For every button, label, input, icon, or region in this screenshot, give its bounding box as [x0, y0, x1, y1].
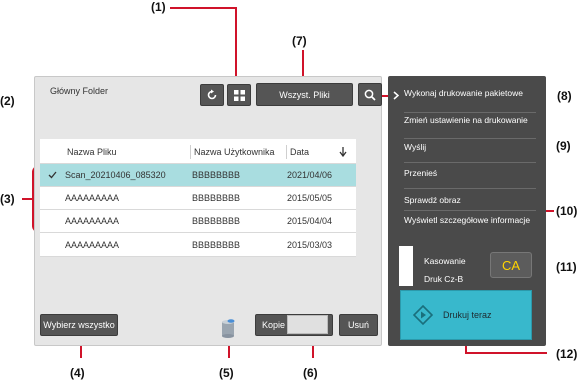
- callout-1: (1): [151, 0, 166, 14]
- all-files-button[interactable]: Wszyst. Pliki: [256, 83, 353, 106]
- refresh-button[interactable]: [200, 84, 224, 106]
- folder-label: Główny Folder: [50, 86, 109, 96]
- copies-input[interactable]: [287, 315, 328, 334]
- cell-date: 2015/03/03: [287, 239, 333, 250]
- column-header-file-name[interactable]: Nazwa Pliku: [67, 141, 117, 163]
- clear-status-label: Kasowanie: [424, 256, 466, 266]
- menu-show-details[interactable]: Wyświetl szczegółowe informacje: [404, 215, 534, 225]
- table-row[interactable]: Scan_20210406_085320 BBBBBBBB 2021/04/06: [40, 164, 356, 187]
- callout-3: (3): [0, 192, 15, 206]
- menu-change-settings-print[interactable]: Zmień ustawienie na drukowanie: [404, 115, 534, 125]
- ca-button[interactable]: CA: [490, 252, 532, 278]
- cell-file-name: AAAAAAAAA: [65, 239, 120, 250]
- menu-send[interactable]: Wyślij: [404, 142, 534, 152]
- cell-user-name: BBBBBBBB: [192, 193, 241, 203]
- callout-9: (9): [556, 139, 571, 153]
- callout-5: (5): [219, 366, 234, 380]
- menu-move[interactable]: Przenieś: [404, 168, 534, 178]
- cell-date: 2015/05/05: [287, 193, 333, 203]
- menu-check-image[interactable]: Sprawdź obraz: [404, 195, 534, 205]
- cell-file-name: AAAAAAAAA: [65, 193, 120, 203]
- cell-date: 2015/04/04: [287, 216, 333, 226]
- column-header-date[interactable]: Data: [290, 141, 309, 163]
- cell-file-name: AAAAAAAAA: [65, 216, 120, 226]
- callout-2: (2): [0, 94, 15, 108]
- callout-8: (8): [557, 89, 572, 103]
- search-button[interactable]: [358, 83, 382, 106]
- thumbnail-view-button[interactable]: [227, 84, 251, 106]
- cell-user-name: BBBBBBBB: [192, 239, 241, 250]
- cell-user-name: BBBBBBBB: [192, 216, 241, 226]
- ca-label: CA: [501, 257, 521, 273]
- cell-date: 2021/04/06: [287, 170, 333, 180]
- sort-arrow-icon[interactable]: [339, 141, 347, 163]
- cell-file-name: Scan_20210406_085320: [65, 170, 166, 180]
- refresh-icon: [207, 89, 217, 100]
- column-header-user-name[interactable]: Nazwa Użytkownika: [194, 141, 275, 163]
- start-icon: [413, 305, 433, 325]
- callout-12: (12): [556, 347, 578, 361]
- storage-icon: [220, 316, 236, 338]
- callout-10: (10): [556, 204, 578, 218]
- table-row[interactable]: AAAAAAAAA BBBBBBBB 2015/05/05: [40, 187, 356, 210]
- grid-icon: [233, 89, 245, 101]
- callout-6: (6): [303, 366, 318, 380]
- print-now-button[interactable]: Drukuj teraz: [400, 290, 532, 340]
- collapse-panel-button[interactable]: [391, 84, 401, 106]
- table-row[interactable]: AAAAAAAAA BBBBBBBB 2015/04/04: [40, 210, 356, 233]
- status-indicator: [399, 246, 413, 286]
- callout-11: (11): [556, 260, 577, 274]
- table-header: Nazwa Pliku Nazwa Użytkownika Data: [40, 141, 356, 163]
- cell-user-name: BBBBBBBB: [192, 170, 241, 180]
- table-row[interactable]: AAAAAAAAA BBBBBBBB 2015/03/03: [40, 233, 356, 257]
- print-mode-label: Druk Cz-B: [424, 274, 464, 284]
- print-now-label: Drukuj teraz: [443, 310, 492, 320]
- callout-4: (4): [70, 366, 85, 380]
- check-icon: [48, 164, 57, 186]
- callout-7: (7): [292, 34, 307, 48]
- search-icon: [364, 89, 376, 101]
- delete-button[interactable]: Usuń: [339, 314, 378, 336]
- copies-label: Kopie: [262, 320, 286, 330]
- select-all-button[interactable]: Wybierz wszystko: [40, 314, 118, 336]
- chevron-right-icon: [393, 90, 399, 100]
- menu-batch-print[interactable]: Wykonaj drukowanie pakietowe: [404, 88, 534, 98]
